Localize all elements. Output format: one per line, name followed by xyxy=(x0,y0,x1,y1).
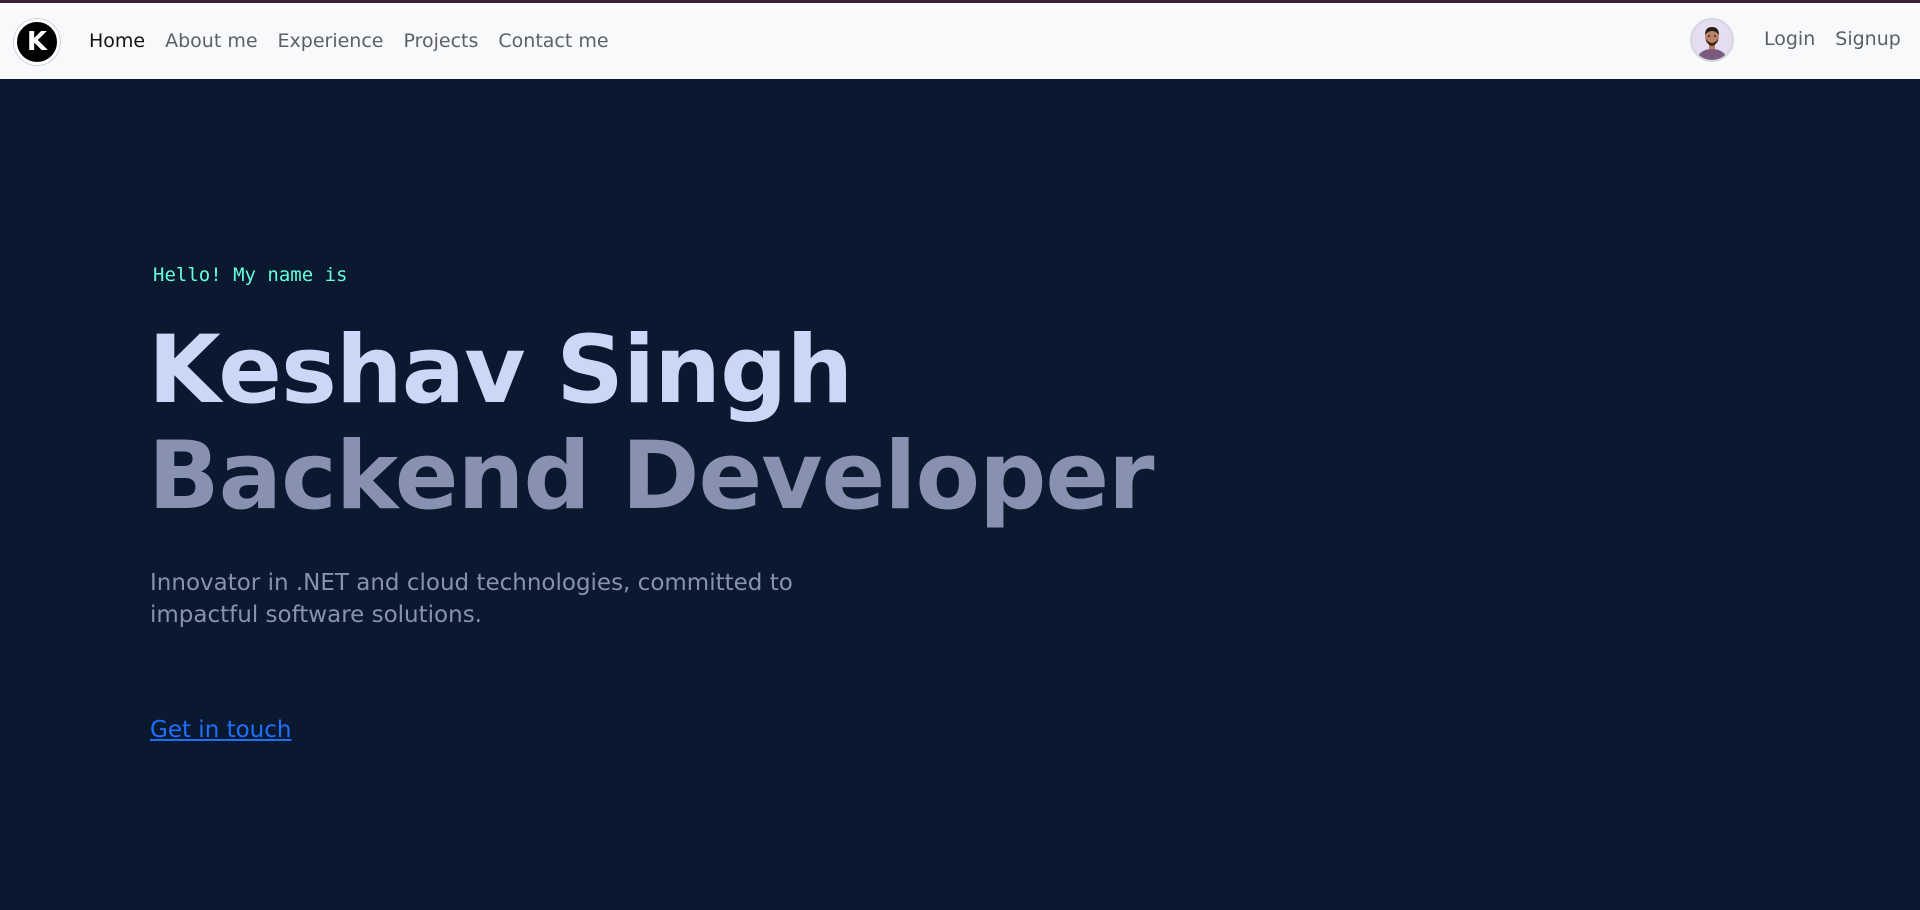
nav-link-home[interactable]: Home xyxy=(89,30,145,52)
hero-tagline: Innovator in .NET and cloud technologies… xyxy=(150,570,793,629)
login-link[interactable]: Login xyxy=(1764,28,1815,50)
top-navbar: K Home About me Experience Projects Cont… xyxy=(0,3,1920,79)
hero-role: Backend Developer xyxy=(148,422,1154,531)
auth-links: Login Signup xyxy=(1764,3,1901,75)
nav-link-about[interactable]: About me xyxy=(165,30,257,52)
nav-link-projects[interactable]: Projects xyxy=(404,30,479,52)
hero-name: Keshav Singh xyxy=(148,316,853,425)
brand-logo-icon[interactable]: K xyxy=(14,19,60,65)
nav-link-contact[interactable]: Contact me xyxy=(498,30,608,52)
nav-links: Home About me Experience Projects Contac… xyxy=(89,3,609,79)
brand-letter: K xyxy=(26,27,48,57)
nav-link-experience[interactable]: Experience xyxy=(278,30,384,52)
avatar-portrait-icon xyxy=(1692,20,1732,60)
hero-greeting: Hello! My name is xyxy=(153,264,348,286)
user-avatar[interactable] xyxy=(1690,18,1734,62)
get-in-touch-link[interactable]: Get in touch xyxy=(150,717,291,743)
signup-link[interactable]: Signup xyxy=(1835,28,1901,50)
